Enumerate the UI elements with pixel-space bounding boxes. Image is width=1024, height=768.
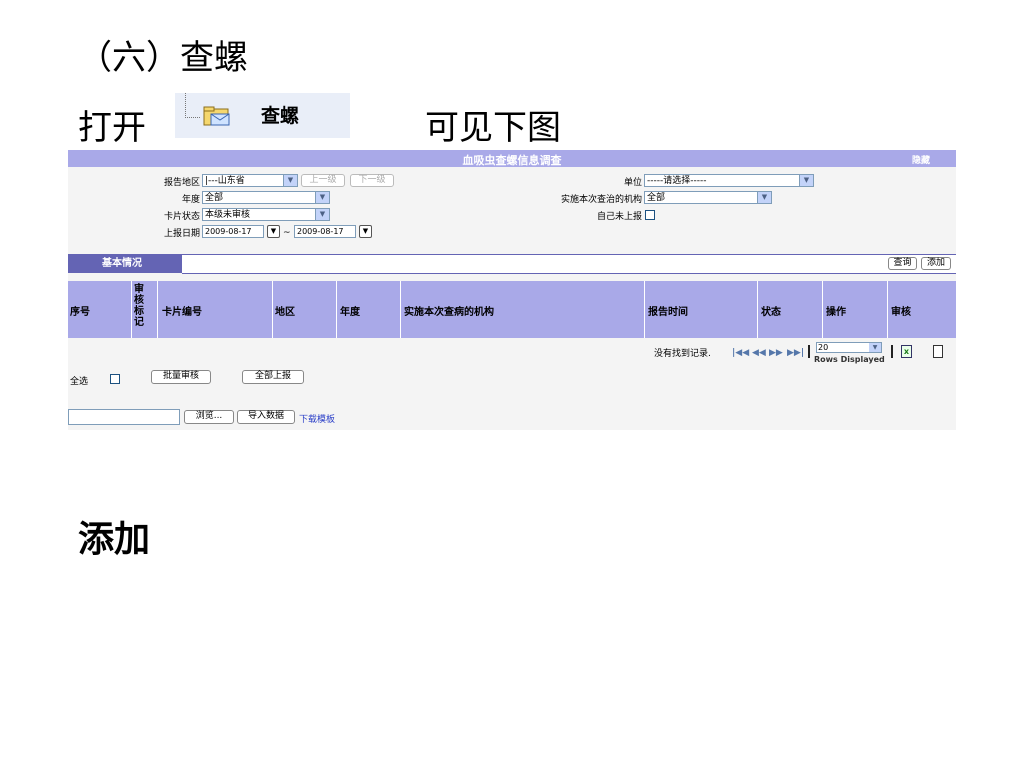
chevron-down-icon: ▼ xyxy=(799,175,813,186)
col-status: 状态 xyxy=(761,307,781,318)
column-divider xyxy=(757,281,758,338)
report-area-label: 报告地区 xyxy=(163,178,200,188)
file-path-input[interactable] xyxy=(68,409,180,425)
unit-select[interactable]: -----请选择----- ▼ xyxy=(644,174,814,187)
report-area-select[interactable]: |---山东省 ▼ xyxy=(202,174,298,187)
menu-item-label: 查螺 xyxy=(261,105,300,127)
column-divider xyxy=(157,281,158,338)
export-document-icon[interactable] xyxy=(933,345,943,358)
rows-per-page-value: 20 xyxy=(818,343,829,352)
app-titlebar: 血吸虫查螺信息调查 隐藏 xyxy=(68,150,956,167)
chevron-down-icon: ▼ xyxy=(283,175,297,186)
year-value: 全部 xyxy=(205,193,224,203)
select-all-checkbox[interactable] xyxy=(110,374,120,384)
query-button[interactable]: 查询 xyxy=(888,257,917,270)
export-excel-icon[interactable]: x xyxy=(901,345,912,358)
menu-item-snail-check[interactable]: 查螺 xyxy=(175,93,350,138)
date-from-input[interactable]: 2009-08-17 xyxy=(202,225,264,238)
date-to-input[interactable]: 2009-08-17 xyxy=(294,225,356,238)
app-title: 血吸虫查螺信息调查 xyxy=(462,154,562,167)
tab-underline xyxy=(182,254,956,274)
slide-title: （六）查螺 xyxy=(78,38,248,78)
col-region: 地区 xyxy=(275,307,295,318)
chevron-down-icon: ▼ xyxy=(869,343,881,352)
self-unreported-checkbox[interactable] xyxy=(645,210,655,220)
rows-displayed-label: Rows Displayed xyxy=(814,355,885,364)
add-heading: 添加 xyxy=(78,518,151,560)
hide-button[interactable]: 隐藏 xyxy=(912,153,930,166)
column-divider xyxy=(822,281,823,338)
date-separator: ~ xyxy=(283,228,291,238)
grid-header: 序号 审核标记 卡片编号 地区 年度 实施本次查病的机构 报告时间 状态 操作 … xyxy=(68,281,956,338)
card-status-label: 卡片状态 xyxy=(163,212,200,222)
report-area-value: |---山东省 xyxy=(205,176,245,186)
last-page-icon[interactable]: ▶▶| xyxy=(787,348,804,358)
column-divider xyxy=(336,281,337,338)
unit-value: -----请选择----- xyxy=(647,176,707,186)
column-divider xyxy=(644,281,645,338)
rows-per-page-select[interactable]: 20 ▼ xyxy=(816,342,882,353)
calendar-dropdown-icon[interactable]: ▼ xyxy=(359,225,372,238)
year-label: 年度 xyxy=(181,195,200,205)
year-select[interactable]: 全部 ▼ xyxy=(202,191,330,204)
first-page-icon[interactable]: |◀◀ xyxy=(732,348,749,358)
tree-connector xyxy=(185,93,200,118)
col-card-no: 卡片编号 xyxy=(162,307,202,318)
report-date-label: 上报日期 xyxy=(163,229,200,239)
empty-records-text: 没有找到记录. xyxy=(654,349,711,359)
col-audit-flag: 审核标记 xyxy=(134,284,144,328)
unit-label: 单位 xyxy=(623,178,642,188)
add-button[interactable]: 添加 xyxy=(921,257,951,270)
see-below-text: 可见下图 xyxy=(425,108,561,148)
chevron-down-icon: ▼ xyxy=(315,209,329,220)
download-template-link[interactable]: 下载模板 xyxy=(299,412,335,425)
col-index: 序号 xyxy=(70,307,90,318)
column-divider xyxy=(887,281,888,338)
app-window: 血吸虫查螺信息调查 隐藏 报告地区 |---山东省 ▼ 上一级 下一级 年度 全部… xyxy=(68,150,956,430)
col-institution: 实施本次查病的机构 xyxy=(404,307,494,318)
section-tabbar: 基本情况 查询 添加 xyxy=(68,254,956,274)
col-audit: 审核 xyxy=(891,307,911,318)
institution-label: 实施本次查治的机构 xyxy=(560,195,642,205)
chevron-down-icon: ▼ xyxy=(315,192,329,203)
column-divider xyxy=(131,281,132,338)
col-operation: 操作 xyxy=(826,307,846,318)
card-status-value: 本级未审核 xyxy=(205,210,251,220)
card-status-select[interactable]: 本级未审核 ▼ xyxy=(202,208,330,221)
calendar-dropdown-icon[interactable]: ▼ xyxy=(267,225,280,238)
browse-button[interactable]: 浏览... xyxy=(184,410,234,424)
next-page-icon[interactable]: ▶▶ xyxy=(769,348,783,358)
report-all-button[interactable]: 全部上报 xyxy=(242,370,304,384)
import-data-button[interactable]: 导入数据 xyxy=(237,410,295,424)
mail-folder-icon xyxy=(203,106,230,126)
pager-divider xyxy=(891,345,893,358)
chevron-down-icon: ▼ xyxy=(757,192,771,203)
institution-select[interactable]: 全部 ▼ xyxy=(644,191,772,204)
up-level-button[interactable]: 上一级 xyxy=(301,174,345,187)
col-report-time: 报告时间 xyxy=(648,307,688,318)
tab-basic-info[interactable]: 基本情况 xyxy=(68,254,182,273)
col-year: 年度 xyxy=(340,307,360,318)
pager-divider xyxy=(808,345,810,358)
down-level-button[interactable]: 下一级 xyxy=(350,174,394,187)
column-divider xyxy=(400,281,401,338)
batch-audit-button[interactable]: 批量审核 xyxy=(151,370,211,384)
institution-value: 全部 xyxy=(647,193,666,203)
self-unreported-label: 自己未上报 xyxy=(596,212,642,222)
prev-page-icon[interactable]: ◀◀ xyxy=(752,348,766,358)
open-instruction: 打开 xyxy=(78,108,146,148)
column-divider xyxy=(272,281,273,338)
select-all-label: 全选 xyxy=(70,377,89,387)
